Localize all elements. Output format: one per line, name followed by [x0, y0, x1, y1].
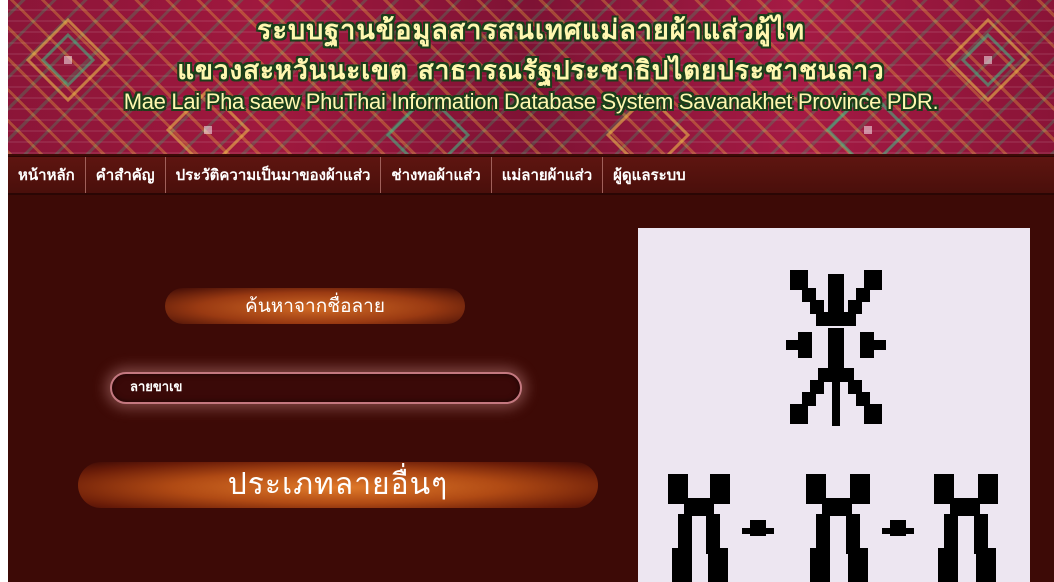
- nav-item-weavers[interactable]: ช่างทอผ้าแส่ว: [381, 157, 492, 193]
- pattern-preview-image: [668, 270, 998, 582]
- nav-item-home[interactable]: หน้าหลัก: [8, 157, 86, 193]
- page-frame: ระบบฐานข้อมูลสารสนเทศแม่ลายผ้าแส่วผู้ไท …: [8, 0, 1054, 582]
- nav-item-history[interactable]: ประวัติความเป็นมาของผ้าแส่ว: [166, 157, 382, 193]
- main-nav: หน้าหลัก คำสำคัญ ประวัติความเป็นมาของผ้า…: [8, 156, 1054, 195]
- search-by-name-label: ค้นหาจากชื่อลาย: [165, 288, 465, 324]
- other-pattern-types-button[interactable]: ประเภทลายอื่นๆ: [78, 462, 598, 508]
- pattern-name-search-input[interactable]: ลายขาเข: [110, 372, 522, 404]
- nav-item-patterns[interactable]: แม่ลายผ้าแส่ว: [492, 157, 604, 193]
- banner-title-english: Mae Lai Pha saew PhuThai Information Dat…: [123, 89, 939, 114]
- header-banner: ระบบฐานข้อมูลสารสนเทศแม่ลายผ้าแส่วผู้ไท …: [8, 0, 1054, 154]
- banner-title-thai: ระบบฐานข้อมูลสารสนเทศแม่ลายผ้าแส่วผู้ไท: [256, 15, 805, 46]
- nav-item-admin[interactable]: ผู้ดูแลระบบ: [603, 157, 696, 193]
- banner-title-lao: แขวงสะหวันนะเขต สาธารณรัฐประชาธิปไตยประช…: [177, 56, 885, 86]
- pattern-preview-panel: [638, 228, 1030, 582]
- nav-item-keywords[interactable]: คำสำคัญ: [86, 157, 166, 193]
